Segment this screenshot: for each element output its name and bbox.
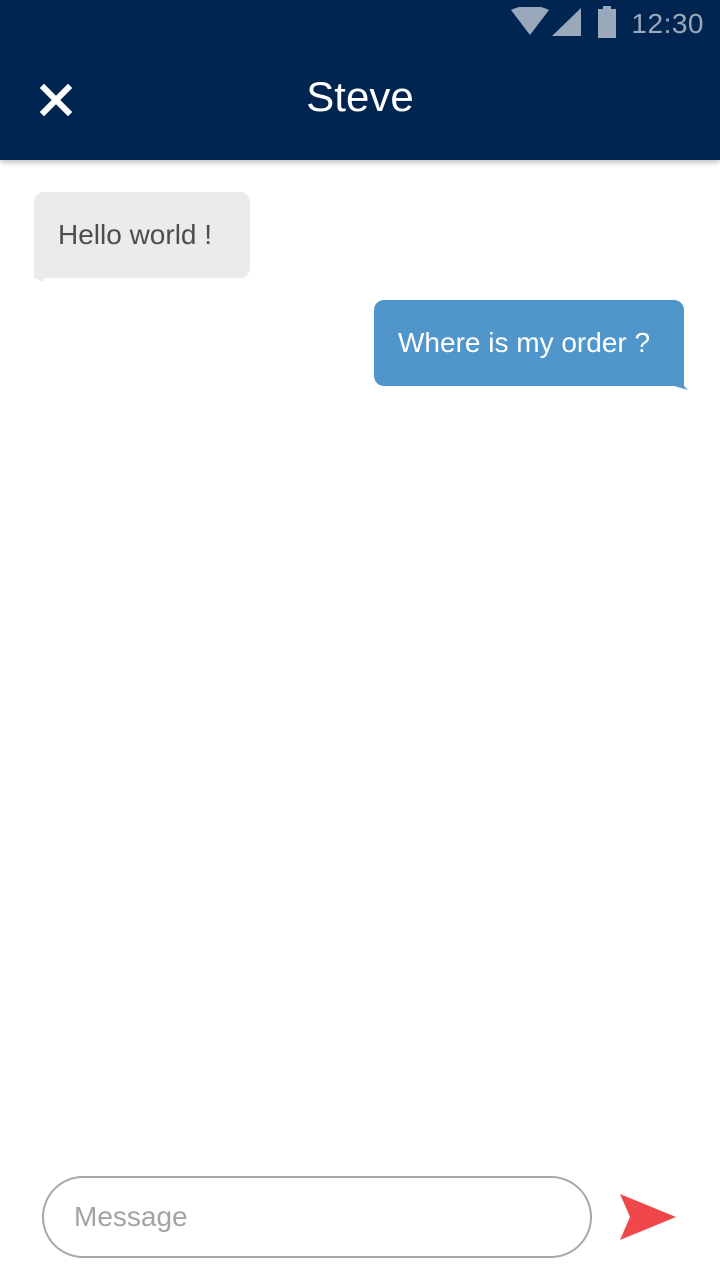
message-text: Hello world ! — [58, 219, 213, 250]
page-title: Steve — [306, 73, 414, 120]
status-bar: 12:30 — [0, 0, 720, 48]
message-composer — [0, 1150, 720, 1280]
wifi-icon — [511, 5, 550, 42]
battery-icon — [597, 5, 617, 43]
send-button[interactable] — [614, 1190, 682, 1248]
outgoing-bubble-tail — [674, 386, 688, 390]
message-list[interactable]: Hello world ! Where is my order ? — [0, 160, 720, 1150]
outgoing-message-bubble: Where is my order ? — [374, 300, 684, 386]
message-text: Where is my order ? — [398, 327, 651, 358]
status-time: 12:30 — [631, 8, 704, 39]
send-icon — [620, 1193, 676, 1245]
status-icons: 12:30 — [511, 0, 704, 48]
signal-icon — [551, 7, 582, 42]
message-input[interactable] — [42, 1176, 592, 1258]
incoming-bubble-tail — [34, 278, 44, 282]
chat-header: Steve — [0, 48, 720, 160]
incoming-message-bubble: Hello world ! — [34, 192, 250, 278]
